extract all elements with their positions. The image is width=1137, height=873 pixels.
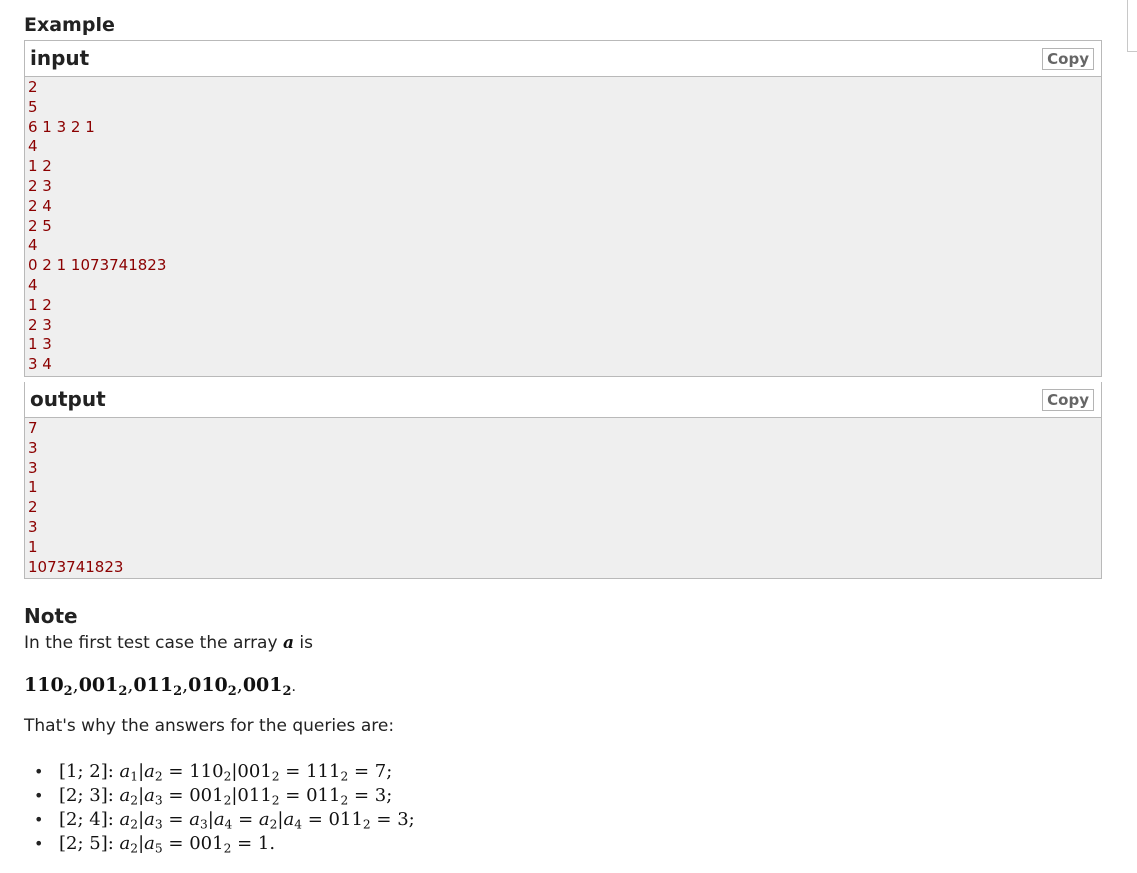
output-line: 1	[28, 478, 38, 497]
query-list: • [1; 2]: a1|a2 = 1102|0012 = 1112 = 7; • […	[24, 760, 415, 856]
input-line: 2 5	[28, 216, 52, 235]
input-line: 2 3	[28, 176, 52, 195]
query-item: • [2; 4]: a2|a3 = a3|a4 = a2|a4 = 0112 = …	[24, 808, 415, 832]
why-text: That's why the answers for the queries a…	[24, 716, 395, 736]
input-line: 0 2 1 1073741823	[28, 256, 167, 275]
binary-value: 1102	[24, 674, 73, 699]
bullet-icon: •	[34, 762, 44, 781]
query-text: [2; 5]: a2|a5 = 0012 = 1.	[59, 833, 276, 856]
binary-value: 0112	[133, 674, 183, 699]
input-line: 6 1 3 2 1	[28, 117, 95, 136]
output-line: 3	[28, 458, 38, 477]
input-line: 1 2	[28, 157, 52, 176]
note-intro-before: In the first test case the array	[24, 633, 283, 653]
copy-output-button[interactable]: Copy	[1042, 389, 1094, 411]
bullet-icon: •	[34, 810, 44, 829]
array-variable: a	[282, 633, 294, 653]
example-title: Example	[24, 14, 115, 36]
note-intro: In the first test case the array a is	[24, 633, 313, 653]
output-line: 2	[28, 498, 38, 517]
binary-array: 1102,0012,0112,0102,0012.	[24, 674, 296, 699]
output-line: 3	[28, 438, 38, 457]
input-line: 4	[28, 236, 38, 255]
query-text: [1; 2]: a1|a2 = 1102|0012 = 1112 = 7;	[59, 761, 393, 784]
input-line: 5	[28, 97, 38, 116]
binary-value: 0012	[242, 674, 292, 699]
note-intro-after: is	[293, 633, 313, 653]
input-line: 1 2	[28, 295, 52, 314]
output-line: 1	[28, 537, 38, 556]
output-line: 3	[28, 517, 38, 536]
output-line: 7	[28, 419, 38, 437]
input-line: 2 3	[28, 315, 52, 334]
output-line: 1073741823	[28, 557, 124, 576]
note-title: Note	[24, 604, 78, 628]
input-line: 1 3	[28, 335, 52, 354]
output-header: output Copy	[25, 382, 1101, 418]
bullet-icon: •	[34, 786, 44, 805]
output-content: 7 3 3 1 2 3 1 1073741823	[25, 418, 1101, 579]
query-text: [2; 4]: a2|a3 = a3|a4 = a2|a4 = 0112 = 3…	[59, 809, 415, 832]
input-line: 2	[28, 78, 38, 96]
bullet-icon: •	[34, 834, 44, 853]
binary-value: 0012	[78, 674, 128, 699]
input-panel: input Copy 256 1 3 2 141 22 32 42 540 2 …	[24, 40, 1102, 377]
input-line: 3 4	[28, 355, 52, 374]
input-label: input	[30, 46, 90, 70]
query-item: • [2; 3]: a2|a3 = 0012|0112 = 0112 = 3;	[24, 784, 415, 808]
query-text: [2; 3]: a2|a3 = 0012|0112 = 0112 = 3;	[59, 785, 393, 808]
output-panel: output Copy 7 3 3 1 2 3 1 1073741823	[24, 382, 1102, 580]
output-label: output	[30, 387, 106, 411]
binary-value: 0102	[188, 674, 237, 699]
copy-input-button[interactable]: Copy	[1042, 48, 1094, 70]
input-line: 2 4	[28, 196, 52, 215]
input-line: 4	[28, 137, 38, 156]
input-line: 4	[28, 275, 38, 294]
input-content: 256 1 3 2 141 22 32 42 540 2 1 107374182…	[25, 77, 1101, 376]
query-item: • [1; 2]: a1|a2 = 1102|0012 = 1112 = 7;	[24, 760, 415, 784]
scrollbar-edge[interactable]	[1127, 0, 1137, 52]
query-item: • [2; 5]: a2|a5 = 0012 = 1.	[24, 832, 415, 856]
input-header: input Copy	[25, 41, 1101, 77]
